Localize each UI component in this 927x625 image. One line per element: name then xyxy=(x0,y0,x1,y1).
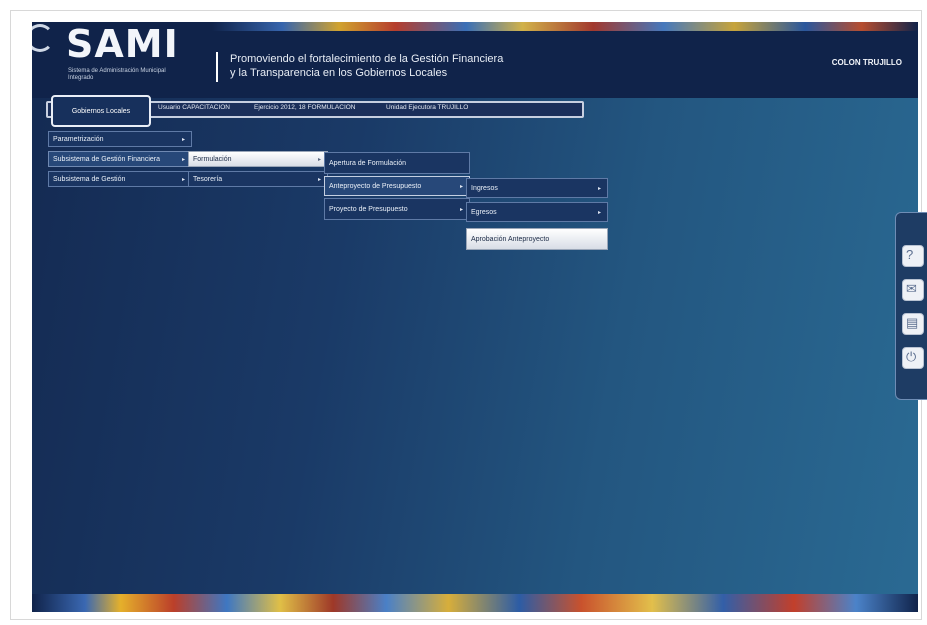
menu-item-label: Subsistema de Gestión Financiera xyxy=(53,156,160,163)
menu-item-label: Ingresos xyxy=(471,185,498,192)
menu-item-anteproyecto-presupuesto[interactable]: Anteproyecto de Presupuesto ▸ xyxy=(324,176,470,196)
menu-item-apertura-formulacion[interactable]: Apertura de Formulación xyxy=(324,152,470,174)
info-user: Usuario CAPACITACION xyxy=(158,104,230,111)
menu-item-label: Parametrización xyxy=(53,136,104,143)
info-period: Ejercicio 2012, 18 FORMULACION xyxy=(254,104,356,111)
menu-item-parametrizacion[interactable]: Parametrización ▸ xyxy=(48,131,192,147)
menu-item-label: Formulación xyxy=(193,156,232,163)
menu-item-label: Subsistema de Gestión xyxy=(53,176,126,183)
menu-item-label: Apertura de Formulación xyxy=(329,160,407,167)
chevron-right-icon: ▸ xyxy=(181,137,185,143)
side-toolbar: ? ✉ ▤ ⏻ xyxy=(895,212,927,400)
power-icon[interactable]: ⏻ xyxy=(902,347,924,369)
menu-item-label: Egresos xyxy=(471,209,497,216)
info-unit: Unidad Ejecutora TRUJILLO xyxy=(386,104,469,111)
logo: SAMI xyxy=(66,22,179,66)
help-icon[interactable]: ? xyxy=(902,245,924,267)
logo-subtitle: Sistema de Administración Municipal Inte… xyxy=(68,68,166,81)
menu-item-aprobacion-anteproyecto[interactable]: Aprobación Anteproyecto xyxy=(466,228,608,250)
menu-item-label: Anteproyecto de Presupuesto xyxy=(329,183,422,190)
chevron-right-icon: ▸ xyxy=(459,207,463,213)
menu-item-gestion[interactable]: Subsistema de Gestión ▸ xyxy=(48,171,192,187)
menu-item-formulacion[interactable]: Formulación ▸ xyxy=(188,151,328,167)
tab-gobiernos-locales[interactable]: Gobiernos Locales xyxy=(51,95,151,127)
app-window: SAMI Sistema de Administración Municipal… xyxy=(32,22,918,612)
header-color-stripe xyxy=(212,22,918,31)
menu-item-label: Tesorería xyxy=(193,176,223,183)
footer-color-stripe xyxy=(32,594,918,612)
chevron-right-icon: ▸ xyxy=(597,186,601,192)
menu-item-gestion-financiera[interactable]: Subsistema de Gestión Financiera ▸ xyxy=(48,151,192,167)
chevron-right-icon: ▸ xyxy=(181,177,185,183)
menu-item-ingresos[interactable]: Ingresos ▸ xyxy=(466,178,608,198)
menu-item-egresos[interactable]: Egresos ▸ xyxy=(466,202,608,222)
chevron-right-icon: ▸ xyxy=(459,184,463,190)
menu-item-tesoreria[interactable]: Tesorería ▸ xyxy=(188,171,328,187)
document-icon[interactable]: ▤ xyxy=(902,313,924,335)
chevron-right-icon: ▸ xyxy=(317,157,321,163)
menu-item-label: Aprobación Anteproyecto xyxy=(471,236,550,243)
user-name: COLON TRUJILLO xyxy=(831,58,902,67)
chevron-right-icon: ▸ xyxy=(181,157,185,163)
logo-swirl-icon xyxy=(32,24,54,52)
header: SAMI Sistema de Administración Municipal… xyxy=(32,22,918,98)
menu-item-proyecto-presupuesto[interactable]: Proyecto de Presupuesto ▸ xyxy=(324,198,470,220)
tagline: Promoviendo el fortalecimiento de la Ges… xyxy=(230,52,503,80)
mail-icon[interactable]: ✉ xyxy=(902,279,924,301)
tagline-line-2: y la Transparencia en los Gobiernos Loca… xyxy=(230,67,448,79)
tagline-line-1: Promoviendo el fortalecimiento de la Ges… xyxy=(230,53,504,65)
chevron-right-icon: ▸ xyxy=(317,177,321,183)
chevron-right-icon: ▸ xyxy=(597,210,601,216)
menu-item-label: Proyecto de Presupuesto xyxy=(329,206,408,213)
header-divider xyxy=(216,52,218,82)
